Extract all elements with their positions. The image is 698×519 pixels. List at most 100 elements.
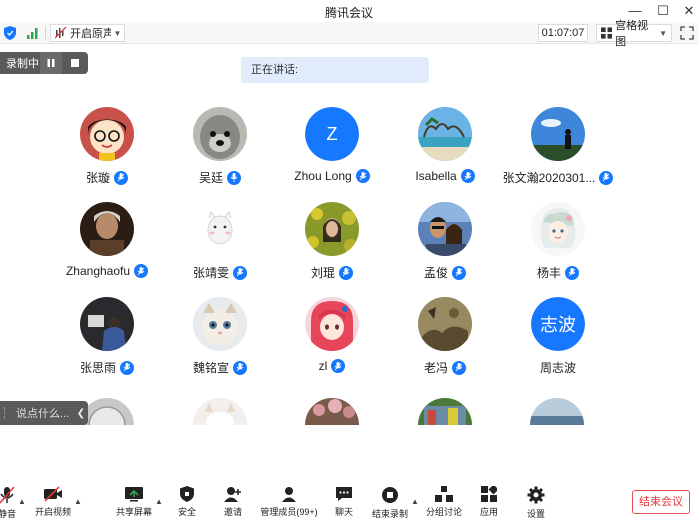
avatar xyxy=(193,107,247,161)
start-video-label: 开启视频 xyxy=(34,507,71,517)
avatar xyxy=(305,297,359,351)
invite-button[interactable]: 邀请 xyxy=(220,486,246,518)
share-screen-label: 共享屏幕 xyxy=(115,507,152,517)
microphone-icon xyxy=(331,359,346,373)
security-label: 安全 xyxy=(177,507,196,517)
participant-name: 老冯 xyxy=(423,361,448,375)
invite-label: 邀请 xyxy=(223,507,242,517)
chevron-left-icon[interactable]: ❮ xyxy=(74,408,88,419)
participant-avatar-partial[interactable] xyxy=(530,398,584,425)
chevron-up-icon[interactable]: ▲ xyxy=(18,497,26,506)
participant-name: 张璇 xyxy=(85,171,110,185)
chevron-down-icon[interactable]: ▼ xyxy=(111,24,125,42)
signal-icon[interactable] xyxy=(27,27,39,39)
participant-avatar-partial[interactable] xyxy=(80,398,134,425)
window-title: 腾讯会议 xyxy=(324,6,373,20)
stop-icon xyxy=(71,59,79,67)
participant-name: Zhou Long xyxy=(294,169,352,183)
participant-name: 杨丰 xyxy=(536,266,561,280)
mute-label: 静音 xyxy=(0,509,16,519)
participant-avatar-partial[interactable] xyxy=(418,398,472,425)
settings-button[interactable]: 设置 xyxy=(522,486,550,519)
participant-name: zl xyxy=(318,359,328,373)
participant-name: 张文瀚2020301... xyxy=(502,171,596,185)
drag-handle[interactable] xyxy=(4,407,8,419)
participant-name: 刘琨 xyxy=(310,266,335,280)
microphone-icon xyxy=(227,170,241,185)
recording-label: 录制中 xyxy=(6,58,39,70)
apps-button[interactable]: 应用 xyxy=(476,486,502,518)
original-sound-icon xyxy=(55,27,67,39)
participant-tile[interactable]: 志波 周志波 xyxy=(488,297,628,389)
avatar xyxy=(531,107,585,161)
meeting-timer: 01:07:07 xyxy=(538,24,588,42)
end-meeting-button[interactable]: 结束会议 xyxy=(632,490,690,514)
avatar xyxy=(531,202,585,256)
avatar xyxy=(80,107,134,161)
avatar xyxy=(193,202,247,256)
stop-recording-button[interactable] xyxy=(62,52,88,74)
avatar xyxy=(80,202,134,256)
microphone-icon xyxy=(565,265,579,280)
avatar xyxy=(305,202,359,256)
participant-name-row: 张文瀚2020301... xyxy=(488,169,628,186)
shield-icon xyxy=(177,486,197,502)
end-recording-label: 结束录制 xyxy=(371,509,408,519)
microphone-icon xyxy=(233,265,247,280)
manage-members-button[interactable]: 管理成员(99+) xyxy=(258,486,320,518)
microphone-icon xyxy=(120,360,134,375)
original-sound-label: 开启原声 xyxy=(70,28,114,40)
participant-name: 张靖雯 xyxy=(192,266,229,280)
fullscreen-icon[interactable] xyxy=(680,26,694,40)
participant-avatar-partial[interactable] xyxy=(193,398,247,425)
pause-recording-button[interactable] xyxy=(40,52,62,74)
chevron-up-icon[interactable]: ▲ xyxy=(411,497,419,506)
record-stop-icon xyxy=(380,486,400,504)
start-video-button[interactable]: 开启视频 xyxy=(33,486,73,518)
participant-tile[interactable]: 杨丰 xyxy=(488,202,628,294)
gear-icon xyxy=(526,486,546,504)
pause-icon xyxy=(47,59,55,67)
settings-label: 设置 xyxy=(526,509,545,519)
breakout-rooms-icon xyxy=(434,486,454,502)
shield-icon[interactable] xyxy=(4,26,16,40)
microphone-icon xyxy=(452,360,466,375)
end-recording-button[interactable]: 结束录制 xyxy=(370,486,410,519)
participant-name: 魏铭宣 xyxy=(192,361,229,375)
chevron-up-icon[interactable]: ▲ xyxy=(155,497,163,506)
microphone-icon xyxy=(233,360,247,375)
breakout-rooms-label: 分组讨论 xyxy=(425,507,462,517)
participant-name-row: 杨丰 xyxy=(488,264,628,281)
security-button[interactable]: 安全 xyxy=(174,486,200,518)
microphone-icon xyxy=(114,170,128,185)
microphone-icon xyxy=(355,169,370,183)
add-user-icon xyxy=(223,486,243,502)
chat-input-overlay[interactable]: 说点什么... ❮ xyxy=(0,401,88,425)
recording-indicator: 录制中 xyxy=(0,52,88,74)
toolbar-divider xyxy=(45,26,46,40)
chat-input[interactable]: 说点什么... xyxy=(16,405,74,421)
participant-tile[interactable]: 张文瀚2020301... xyxy=(488,107,628,199)
view-mode-select[interactable]: 宫格视图 ▼ xyxy=(596,20,672,48)
grid-view-icon xyxy=(601,27,613,39)
avatar-initial: 志波 xyxy=(531,297,585,351)
avatar xyxy=(418,202,472,256)
apps-label: 应用 xyxy=(479,507,498,517)
avatar xyxy=(418,297,472,351)
share-screen-button[interactable]: 共享屏幕 xyxy=(114,486,154,518)
chevron-down-icon: ▼ xyxy=(659,28,667,38)
avatar xyxy=(193,297,247,351)
participant-name: Isabella xyxy=(415,169,457,183)
chevron-up-icon[interactable]: ▲ xyxy=(74,497,82,506)
view-mode-label: 宫格视图 xyxy=(615,20,649,48)
avatar: Z xyxy=(305,107,359,161)
microphone-icon xyxy=(0,486,17,504)
microphone-icon xyxy=(460,169,475,183)
microphone-icon xyxy=(452,265,466,280)
close-button[interactable]: ✕ xyxy=(678,2,698,20)
participant-avatar-partial[interactable] xyxy=(305,398,359,425)
video-camera-icon xyxy=(43,486,63,502)
microphone-icon xyxy=(134,264,149,278)
chat-button[interactable]: 聊天 xyxy=(331,486,357,518)
breakout-rooms-button[interactable]: 分组讨论 xyxy=(424,486,464,518)
